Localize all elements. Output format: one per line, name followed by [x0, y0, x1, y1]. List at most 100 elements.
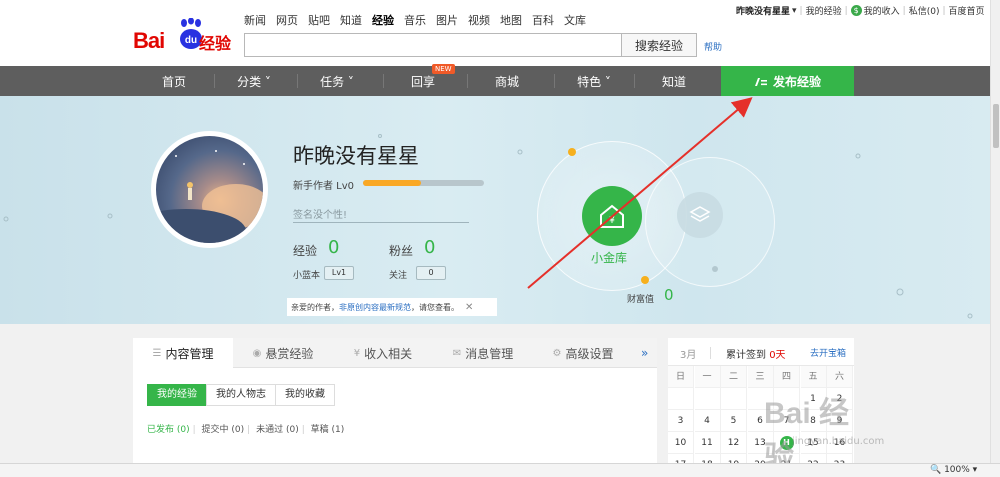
- main-nav-item[interactable]: 分类 ˅: [214, 66, 294, 96]
- notice-prefix: 亲爱的作者，: [291, 302, 339, 312]
- vault-button[interactable]: ¥: [582, 186, 642, 246]
- calendar-day[interactable]: 5: [721, 410, 747, 432]
- sub-tab[interactable]: 我的收藏: [275, 384, 335, 406]
- notice-link[interactable]: 非原创内容最新规范: [339, 302, 411, 313]
- today-marker[interactable]: H: [779, 436, 794, 450]
- sub-tab[interactable]: 我的经验: [147, 384, 207, 406]
- calendar-day[interactable]: 7: [774, 410, 800, 432]
- follow-value[interactable]: 0: [416, 266, 446, 280]
- product-nav-item[interactable]: 网页: [276, 12, 298, 28]
- close-icon[interactable]: ✕: [465, 302, 473, 313]
- main-nav-item[interactable]: 特色 ˅: [554, 66, 634, 96]
- search-input[interactable]: [244, 33, 622, 57]
- tab-label: 内容管理: [165, 347, 214, 361]
- layers-icon[interactable]: [677, 192, 723, 238]
- calendar-weekday: 二: [721, 366, 747, 388]
- zoom-level[interactable]: 🔍 100% ▾: [930, 465, 977, 475]
- my-income-link[interactable]: 我的收入: [864, 4, 900, 17]
- avatar[interactable]: [151, 131, 268, 248]
- calendar-day: [694, 388, 721, 410]
- wealth-value: 0: [664, 286, 674, 304]
- my-experience-link[interactable]: 我的经验: [806, 4, 842, 17]
- product-nav-item[interactable]: 视频: [468, 12, 490, 28]
- search-button[interactable]: 搜索经验: [621, 33, 697, 57]
- calendar-weekday: 四: [774, 366, 800, 388]
- more-tabs-icon[interactable]: »: [641, 346, 648, 360]
- calendar-day[interactable]: 11: [694, 432, 721, 454]
- profile-name: 昨晚没有星星: [293, 144, 419, 168]
- main-nav-item[interactable]: 商城: [467, 66, 547, 96]
- product-nav-item[interactable]: 经验: [372, 12, 394, 28]
- fans-label: 粉丝: [389, 244, 414, 258]
- open-chest-link[interactable]: 去开宝箱: [810, 346, 846, 359]
- profile-banner: [0, 96, 990, 324]
- messages-link[interactable]: 私信(0): [909, 4, 940, 17]
- tab-icon: ◉: [252, 347, 262, 359]
- fans-value[interactable]: 0: [424, 237, 435, 258]
- calendar-day[interactable]: 15: [800, 432, 827, 454]
- product-nav-item[interactable]: 图片: [436, 12, 458, 28]
- blue-book-label: 小蓝本: [293, 271, 321, 281]
- product-nav-item[interactable]: 百科: [532, 12, 554, 28]
- tab-5[interactable]: ⚙ 高级设置: [533, 338, 633, 368]
- scrollbar-thumb[interactable]: [993, 104, 999, 148]
- username-link[interactable]: 昨晚没有星星: [736, 4, 790, 17]
- calendar-weekday: 五: [800, 366, 827, 388]
- filter-submitted[interactable]: 提交中 (0): [202, 425, 245, 435]
- product-nav-item[interactable]: 地图: [500, 12, 522, 28]
- sign-calendar: 3月 累计签到 0天 去开宝箱 日一二三四五六 1 2 3 4 5 6 7 8 9 10 11 12 13…: [668, 338, 854, 476]
- main-nav-item[interactable]: 知道: [634, 66, 714, 96]
- publish-experience-button[interactable]: 发布经验: [721, 66, 854, 96]
- calendar-day[interactable]: 6: [747, 410, 774, 432]
- tab-3[interactable]: ¥ 收入相关: [333, 338, 433, 368]
- tab-2[interactable]: ◉ 悬赏经验: [233, 338, 333, 368]
- calendar-day[interactable]: 10: [668, 432, 694, 454]
- sub-tabs: 我的经验 我的人物志 我的收藏: [147, 384, 335, 406]
- logo-suffix: 经验: [199, 34, 232, 53]
- content-tabs: ☰ 内容管理 ◉ 悬赏经验 ¥ 收入相关 ✉ 消息管理 ⚙ 高级设置: [133, 338, 657, 369]
- calendar-day: [668, 388, 694, 410]
- blue-book-value[interactable]: Lv1: [324, 266, 354, 280]
- product-nav-item[interactable]: 贴吧: [308, 12, 330, 28]
- calendar-day[interactable]: 13: [747, 432, 774, 454]
- main-nav-item[interactable]: 任务 ˅: [297, 66, 377, 96]
- product-nav-item[interactable]: 文库: [564, 12, 586, 28]
- calendar-day[interactable]: 2: [827, 388, 853, 410]
- filter-published[interactable]: 已发布 (0): [147, 425, 190, 435]
- tab-4[interactable]: ✉ 消息管理: [433, 338, 533, 368]
- product-nav-item[interactable]: 新闻: [244, 12, 266, 28]
- calendar-day[interactable]: 12: [721, 432, 747, 454]
- main-nav-item[interactable]: 首页: [134, 66, 214, 96]
- calendar-day[interactable]: 4: [694, 410, 721, 432]
- vault-label[interactable]: 小金库: [591, 249, 627, 266]
- product-nav-item[interactable]: 知道: [340, 12, 362, 28]
- calendar-day[interactable]: 3: [668, 410, 694, 432]
- vertical-scrollbar[interactable]: [990, 0, 1000, 463]
- calendar-day[interactable]: H: [774, 432, 800, 454]
- sub-tab[interactable]: 我的人物志: [206, 384, 276, 406]
- tab-label: 悬赏经验: [265, 346, 314, 361]
- logo-latin: Bai: [133, 28, 165, 53]
- baidu-home-link[interactable]: 百度首页: [949, 4, 985, 17]
- chevron-down-icon[interactable]: ▾: [792, 6, 797, 16]
- calendar-day[interactable]: 1: [800, 388, 827, 410]
- filter-rejected[interactable]: 未通过 (0): [256, 425, 299, 435]
- calendar-day[interactable]: 9: [827, 410, 853, 432]
- calendar-day: [774, 388, 800, 410]
- calendar-month: 3月: [680, 350, 697, 361]
- sign-days: 0天: [769, 350, 786, 361]
- filter-drafts[interactable]: 草稿 (1): [311, 425, 345, 435]
- publish-label: 发布经验: [772, 74, 821, 89]
- calendar-day[interactable]: 16: [827, 432, 853, 454]
- tab-1[interactable]: ☰ 内容管理: [133, 338, 233, 369]
- product-nav-item[interactable]: 音乐: [404, 12, 426, 28]
- calendar-day[interactable]: 8: [800, 410, 827, 432]
- product-nav: 新闻 网页 贴吧 知道 经验 音乐 图片 视频 地图 百科 文库: [244, 12, 586, 28]
- ring-dot: [568, 148, 576, 156]
- new-badge: NEW: [432, 64, 455, 74]
- exp-value[interactable]: 0: [328, 237, 339, 258]
- help-link[interactable]: 帮助: [704, 40, 722, 53]
- baidu-jingyan-logo[interactable]: Bai du 经验: [133, 18, 233, 54]
- signature-field[interactable]: 签名没个性!: [293, 206, 469, 223]
- wealth-label: 财富值: [627, 295, 655, 305]
